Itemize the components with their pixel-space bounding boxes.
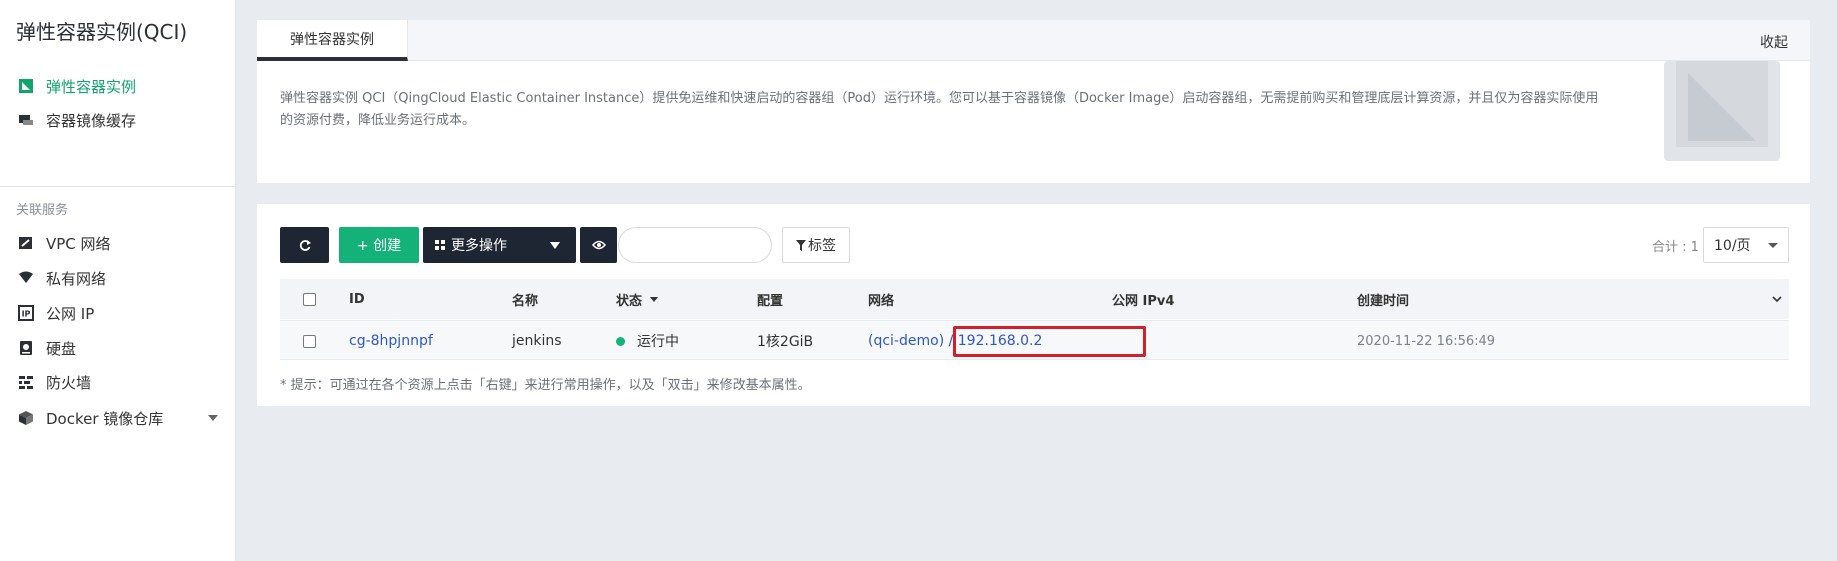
column-header-public-ip[interactable]: 公网 IPv4 (1112, 279, 1174, 319)
instance-status-label: 运行中 (637, 334, 679, 350)
more-actions-dropdown[interactable]: 更多操作 (423, 227, 576, 263)
page-size-value: 10/页 (1714, 238, 1751, 254)
network-highlight-box (953, 326, 1146, 357)
sidebar-item-vpc[interactable]: VPC 网络 (18, 231, 111, 255)
eye-icon (591, 240, 606, 250)
chevron-down-icon (650, 296, 659, 302)
column-header-config[interactable]: 配置 (757, 279, 783, 319)
sidebar-item-label: 硬盘 (46, 339, 77, 358)
intro-panel: 弹性容器实例 收起 弹性容器实例 QCI（QingCloud Elastic C… (257, 20, 1810, 183)
total-count: 合计 : 1 (1652, 240, 1699, 255)
sidebar-item-image-cache[interactable]: 容器镜像缓存 (18, 108, 136, 132)
docker-box-icon (18, 410, 34, 426)
product-illustration-icon (1664, 61, 1780, 161)
instance-config: 1核2GiB (757, 334, 814, 350)
section-label-related: 关联服务 (16, 203, 69, 218)
instance-name: jenkins (512, 333, 562, 349)
column-header-id[interactable]: ID (349, 279, 365, 319)
column-settings-chevron-icon[interactable] (1772, 279, 1782, 319)
column-header-name[interactable]: 名称 (512, 279, 538, 319)
sidebar-item-label: Docker 镜像仓库 (46, 409, 164, 428)
sidebar-item-label: 容器镜像缓存 (46, 111, 137, 130)
sidebar-item-label: 弹性容器实例 (46, 77, 137, 96)
chevron-down-icon[interactable] (208, 415, 218, 421)
vpc-icon (18, 235, 34, 251)
table-header: ID 名称 状态 配置 网络 公网 IPv4 创建时间 (280, 279, 1789, 319)
column-header-network[interactable]: 网络 (868, 279, 894, 319)
tag-filter-label: 标签 (808, 238, 836, 254)
intro-description: 弹性容器实例 QCI（QingCloud Elastic Container I… (280, 91, 1599, 128)
wifi-icon (18, 270, 34, 286)
visibility-toggle-button[interactable] (580, 227, 617, 263)
chevron-down-icon (550, 242, 560, 249)
select-all-checkbox[interactable] (303, 279, 316, 319)
sidebar: 弹性容器实例(QCI) 弹性容器实例 容器镜像缓存 关联服务 VPC 网络 私有… (0, 0, 236, 561)
sidebar-item-docker-registry[interactable]: Docker 镜像仓库 (18, 406, 163, 430)
instance-list-panel: + 创建 更多操作 标签 合计 : 1 10/页 ID 名称 状态 配置 网络 … (257, 204, 1810, 406)
sidebar-title: 弹性容器实例(QCI) (16, 20, 188, 44)
create-button[interactable]: + 创建 (339, 227, 419, 263)
instance-status: 运行中 (616, 321, 679, 361)
sidebar-item-firewall[interactable]: 防火墙 (18, 370, 91, 394)
instance-id-link[interactable]: cg-8hpjnnpf (349, 321, 433, 361)
instance-created-time: 2020-11-22 16:56:49 (1357, 333, 1496, 349)
container-instance-icon (18, 78, 34, 94)
status-running-dot-icon (616, 336, 625, 346)
filter-icon (796, 239, 806, 251)
refresh-button[interactable] (280, 227, 329, 263)
row-checkbox[interactable] (303, 321, 316, 361)
disk-icon (18, 340, 34, 356)
usage-hint: * 提示：可通过在各个资源上点击「右键」来进行常用操作，以及「双击」来修改基本属… (280, 378, 811, 393)
column-header-created[interactable]: 创建时间 (1357, 279, 1409, 319)
collapse-button[interactable]: 收起 (1760, 32, 1788, 52)
ip-icon: IP (18, 305, 34, 321)
tag-filter-button[interactable]: 标签 (782, 227, 850, 263)
page-size-select[interactable]: 10/页 (1703, 227, 1789, 263)
column-header-status[interactable]: 状态 (616, 279, 659, 319)
sidebar-item-private-network[interactable]: 私有网络 (18, 266, 106, 290)
sidebar-divider (0, 186, 235, 187)
chevron-down-icon (1768, 243, 1778, 248)
sidebar-item-label: 公网 IP (46, 304, 95, 323)
sidebar-item-public-ip[interactable]: IP 公网 IP (18, 301, 94, 325)
column-header-status-label: 状态 (616, 293, 643, 309)
sidebar-item-container-instance[interactable]: 弹性容器实例 (18, 74, 136, 98)
grid-icon (435, 240, 445, 250)
sidebar-item-label: VPC 网络 (46, 234, 111, 253)
sidebar-item-label: 私有网络 (46, 269, 107, 288)
tab-container-instance[interactable]: 弹性容器实例 (257, 20, 408, 61)
search-input[interactable] (618, 227, 772, 263)
more-actions-label: 更多操作 (451, 238, 507, 254)
firewall-icon (18, 374, 34, 390)
image-cache-icon (18, 112, 34, 128)
svg-text:IP: IP (22, 310, 31, 319)
tabs-bar: 弹性容器实例 收起 (257, 20, 1810, 61)
sidebar-item-label: 防火墙 (46, 373, 92, 392)
sidebar-item-disk[interactable]: 硬盘 (18, 336, 76, 360)
refresh-icon (299, 240, 311, 251)
